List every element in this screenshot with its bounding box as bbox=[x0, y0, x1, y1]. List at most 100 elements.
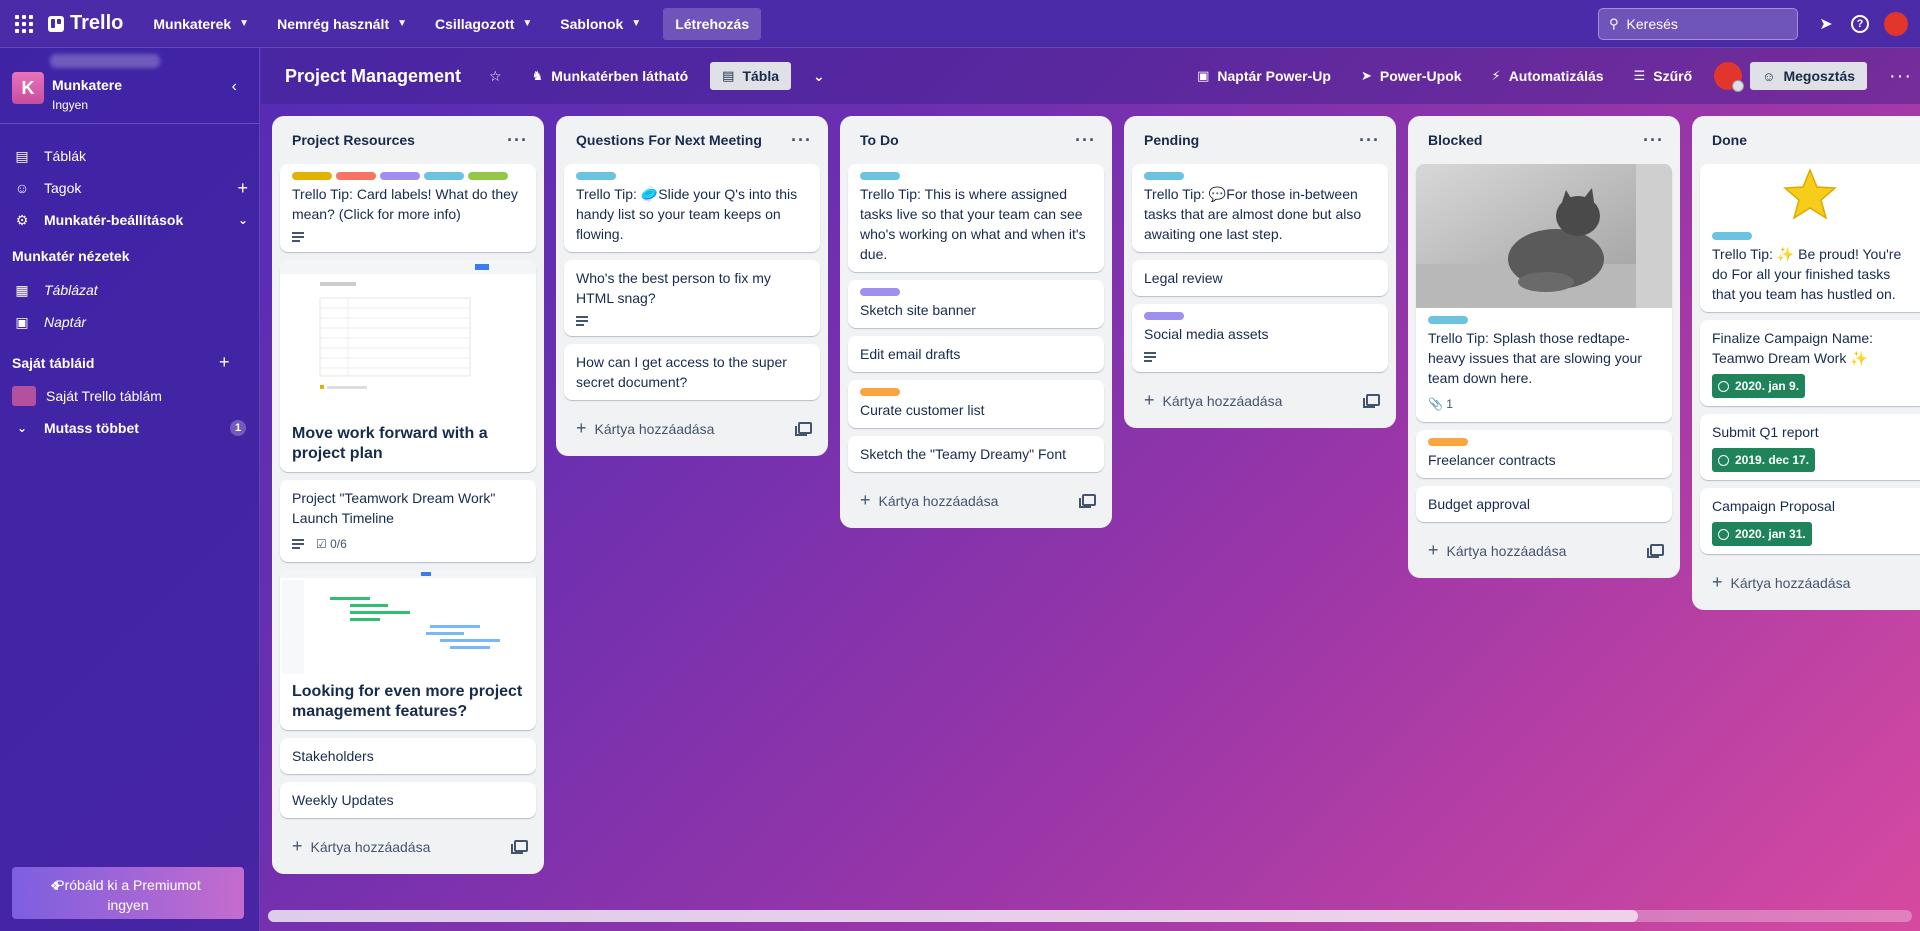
show-more-item[interactable]: ⌄ Mutass többet 1 bbox=[0, 412, 260, 444]
card-template-icon[interactable] bbox=[1079, 494, 1096, 508]
sidebar-item-table[interactable]: ▦ Táblázat bbox=[0, 274, 260, 306]
list-title[interactable]: Project Resources bbox=[292, 132, 415, 148]
card[interactable]: Submit Q1 report 2019. dec 17. bbox=[1700, 414, 1920, 480]
card[interactable]: Trello Tip: ✨ Be proud! You're do For al… bbox=[1700, 164, 1920, 312]
nav-recent[interactable]: Nemrég használt ▼ bbox=[267, 10, 417, 38]
card[interactable]: Move work forward with a project plan bbox=[280, 260, 536, 472]
list-menu-icon[interactable]: ··· bbox=[791, 130, 812, 151]
label-blue[interactable] bbox=[860, 172, 900, 180]
card[interactable]: Curate customer list bbox=[848, 380, 1104, 428]
due-date-badge[interactable]: 2020. jan 31. bbox=[1712, 522, 1812, 546]
list-header[interactable]: Questions For Next Meeting ··· bbox=[564, 116, 820, 164]
trello-logo[interactable]: Trello bbox=[48, 12, 123, 35]
collapse-sidebar-icon[interactable]: ‹ bbox=[232, 78, 237, 96]
label-blue[interactable] bbox=[1428, 316, 1468, 324]
share-button[interactable]: ☺ Megosztás bbox=[1750, 62, 1868, 90]
list-title[interactable]: Done bbox=[1712, 132, 1747, 148]
label-orange[interactable] bbox=[1428, 438, 1468, 446]
card[interactable]: Social media assets bbox=[1132, 304, 1388, 372]
list-header[interactable]: To Do ··· bbox=[848, 116, 1104, 164]
list-menu-icon[interactable]: ··· bbox=[1359, 130, 1380, 151]
add-card-button[interactable]: + Kártya hozzáadása bbox=[1132, 380, 1388, 420]
create-button[interactable]: Létrehozás bbox=[663, 7, 762, 40]
card[interactable]: How can I get access to the super secret… bbox=[564, 344, 820, 400]
workspace-avatar[interactable]: K bbox=[12, 72, 44, 104]
card[interactable]: Legal review bbox=[1132, 260, 1388, 296]
sidebar-board-item[interactable]: Saját Trello táblám bbox=[0, 380, 260, 412]
card-template-icon[interactable] bbox=[1363, 394, 1380, 408]
card[interactable]: Stakeholders bbox=[280, 738, 536, 774]
add-card-button[interactable]: + Kártya hozzáadása bbox=[280, 826, 536, 866]
list-menu-icon[interactable]: ··· bbox=[507, 130, 528, 151]
card[interactable]: Looking for even more project management… bbox=[280, 570, 536, 730]
card-template-icon[interactable] bbox=[795, 422, 812, 436]
board-title[interactable]: Project Management bbox=[285, 66, 461, 87]
premium-trial-button[interactable]: ❖ Próbáld ki a Premiumot ingyen bbox=[12, 867, 244, 919]
sidebar-item-settings[interactable]: ⚙ Munkatér-beállítások ⌄ bbox=[0, 204, 260, 236]
card-template-icon[interactable] bbox=[511, 840, 528, 854]
sidebar-item-calendar[interactable]: ▣ Naptár bbox=[0, 306, 260, 338]
scrollbar-thumb[interactable] bbox=[268, 910, 1638, 922]
user-avatar[interactable] bbox=[1884, 11, 1908, 36]
sidebar-item-boards[interactable]: ▤ Táblák bbox=[0, 140, 260, 172]
notifications-icon[interactable]: ➤ bbox=[1812, 10, 1840, 38]
star-board-button[interactable]: ☆ bbox=[481, 62, 510, 91]
label-blue[interactable] bbox=[424, 172, 464, 180]
card[interactable]: Trello Tip: This is where assigned tasks… bbox=[848, 164, 1104, 272]
list-title[interactable]: Questions For Next Meeting bbox=[576, 132, 762, 148]
horizontal-scrollbar[interactable] bbox=[268, 910, 1912, 922]
list-menu-icon[interactable]: ··· bbox=[1643, 130, 1664, 151]
card[interactable]: Edit email drafts bbox=[848, 336, 1104, 372]
label-green[interactable] bbox=[468, 172, 508, 180]
card-template-icon[interactable] bbox=[1647, 544, 1664, 558]
add-board-icon[interactable]: + bbox=[219, 346, 259, 378]
nav-workspaces[interactable]: Munkaterek ▼ bbox=[143, 10, 259, 38]
board-view-button[interactable]: ▤ Tábla bbox=[710, 62, 792, 90]
label-blue[interactable] bbox=[1712, 232, 1752, 240]
calendar-powerup-button[interactable]: ▣ Naptár Power-Up bbox=[1189, 62, 1339, 90]
due-date-badge[interactable]: 2019. dec 17. bbox=[1712, 448, 1816, 472]
help-icon[interactable]: ? bbox=[1846, 10, 1874, 38]
member-avatar[interactable] bbox=[1714, 62, 1745, 92]
card[interactable]: Sketch the "Teamy Dreamy" Font bbox=[848, 436, 1104, 472]
label-red[interactable] bbox=[336, 172, 376, 180]
label-orange[interactable] bbox=[860, 388, 900, 396]
nav-templates[interactable]: Sablonok ▼ bbox=[550, 10, 651, 38]
card[interactable]: Project "Teamwork Dream Work" Launch Tim… bbox=[280, 480, 536, 562]
label-blue[interactable] bbox=[1144, 172, 1184, 180]
visibility-button[interactable]: ♞ Munkatérben látható bbox=[524, 62, 697, 90]
powerups-button[interactable]: ➤ Power-Upok bbox=[1353, 62, 1470, 90]
nav-starred[interactable]: Csillagozott ▼ bbox=[425, 10, 542, 38]
search-input[interactable]: ⚲ Keresés bbox=[1598, 7, 1798, 40]
card[interactable]: Trello Tip: Card labels! What do they me… bbox=[280, 164, 536, 252]
list-header[interactable]: Project Resources ··· bbox=[280, 116, 536, 164]
card[interactable]: Trello Tip: 🥏Slide your Q's into this ha… bbox=[564, 164, 820, 252]
card[interactable]: Trello Tip: 💬For those in-between tasks … bbox=[1132, 164, 1388, 252]
automation-button[interactable]: ⚡ Automatizálás bbox=[1484, 62, 1612, 90]
view-switcher-button[interactable]: ⌄ bbox=[805, 62, 833, 91]
list-header[interactable]: Blocked ··· bbox=[1416, 116, 1672, 164]
card[interactable]: Sketch site banner bbox=[848, 280, 1104, 328]
label-purple[interactable] bbox=[1144, 312, 1184, 320]
card[interactable]: Campaign Proposal 2020. jan 31. bbox=[1700, 488, 1920, 554]
list-header[interactable]: Pending ··· bbox=[1132, 116, 1388, 164]
due-date-badge[interactable]: 2020. jan 9. bbox=[1712, 374, 1806, 398]
label-purple[interactable] bbox=[860, 288, 900, 296]
add-card-button[interactable]: + Kártya hozzáadása bbox=[564, 408, 820, 448]
card[interactable]: Weekly Updates bbox=[280, 782, 536, 818]
add-member-icon[interactable]: + bbox=[237, 178, 248, 199]
list-header[interactable]: Done bbox=[1700, 116, 1920, 164]
list-title[interactable]: To Do bbox=[860, 132, 899, 148]
add-card-button[interactable]: + Kártya hozzáadása bbox=[1700, 562, 1920, 602]
list-title[interactable]: Blocked bbox=[1428, 132, 1482, 148]
sidebar-item-members[interactable]: ☺ Tagok + bbox=[0, 172, 260, 204]
add-card-button[interactable]: + Kártya hozzáadása bbox=[1416, 530, 1672, 570]
add-card-button[interactable]: + Kártya hozzáadása bbox=[848, 480, 1104, 520]
workspace-name[interactable]: Munkatere bbox=[52, 77, 122, 93]
card[interactable]: Freelancer contracts bbox=[1416, 430, 1672, 478]
label-yellow[interactable] bbox=[292, 172, 332, 180]
card[interactable]: Budget approval bbox=[1416, 486, 1672, 522]
card[interactable]: Who's the best person to fix my HTML sna… bbox=[564, 260, 820, 336]
list-menu-icon[interactable]: ··· bbox=[1075, 130, 1096, 151]
card[interactable]: Finalize Campaign Name: Teamwo Dream Wor… bbox=[1700, 320, 1920, 406]
